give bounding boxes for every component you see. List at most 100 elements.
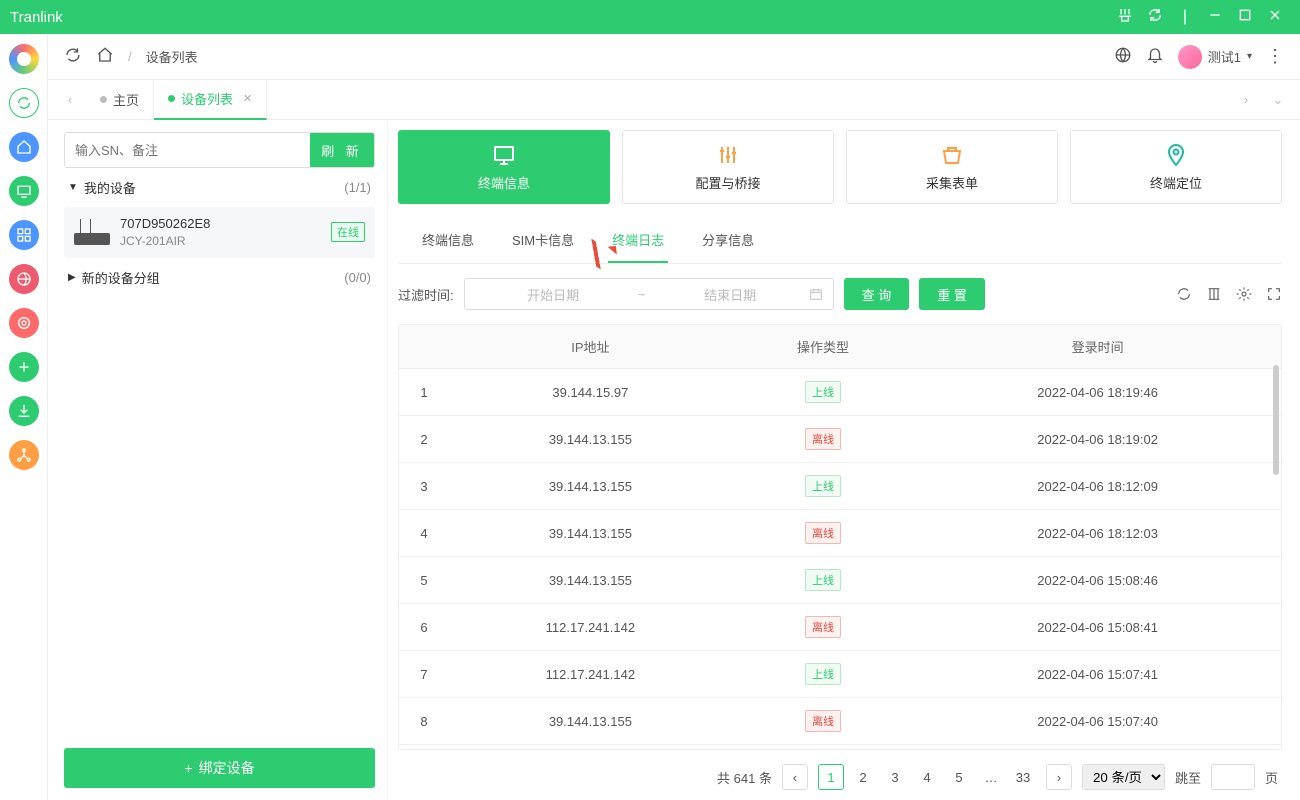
- cell-ip: 112.17.241.142: [449, 604, 732, 651]
- bigtab-config[interactable]: 配置与桥接: [622, 130, 834, 204]
- minimize-button[interactable]: [1200, 7, 1230, 28]
- subtab-logs[interactable]: 终端日志: [608, 218, 668, 263]
- rail-refresh[interactable]: [9, 88, 39, 118]
- cell-idx: 6: [399, 604, 449, 651]
- divider: |: [1170, 8, 1200, 26]
- top-toolbar: / 设备列表 测试1 ▾ ⋮: [48, 34, 1300, 80]
- rail-target[interactable]: [9, 308, 39, 338]
- bell-icon[interactable]: [1146, 46, 1164, 67]
- app-title: Tranlink: [10, 9, 1110, 26]
- tab-home[interactable]: 主页: [86, 80, 154, 120]
- filter-row: 过滤时间: 开始日期 ~ 结束日期 查 询 重 置: [398, 264, 1282, 324]
- subtab-share[interactable]: 分享信息: [698, 218, 758, 263]
- cell-time: 2022-04-06 15:08:46: [914, 557, 1281, 604]
- cell-op: 离线: [732, 698, 914, 745]
- bigtab-terminal-info[interactable]: 终端信息: [398, 130, 610, 204]
- density-icon[interactable]: [1206, 286, 1222, 302]
- scrollbar[interactable]: [1273, 365, 1279, 475]
- jump-input[interactable]: [1211, 764, 1255, 790]
- breadcrumb-page: 设备列表: [146, 47, 198, 66]
- cell-idx: 3: [399, 463, 449, 510]
- rail-plus[interactable]: [9, 352, 39, 382]
- breadcrumb-home-icon[interactable]: [96, 46, 114, 67]
- user-menu[interactable]: 测试1 ▾: [1178, 45, 1252, 69]
- bigtab-label: 采集表单: [926, 173, 978, 192]
- refresh-button[interactable]: 刷 新: [310, 133, 374, 167]
- tabs-more[interactable]: ⌄: [1262, 92, 1294, 108]
- reload-icon[interactable]: [64, 46, 82, 67]
- cell-idx: 5: [399, 557, 449, 604]
- tabs-next[interactable]: ›: [1230, 92, 1262, 107]
- jump-label: 跳至: [1175, 768, 1201, 787]
- cell-time: 2022-04-06 18:12:03: [914, 510, 1281, 557]
- page-number[interactable]: 4: [914, 764, 940, 790]
- page-size-select[interactable]: 20 条/页: [1082, 764, 1165, 790]
- bigtab-label: 终端信息: [478, 173, 530, 192]
- page-next[interactable]: ›: [1046, 764, 1072, 790]
- language-icon[interactable]: [1114, 46, 1132, 67]
- subtab-sim[interactable]: SIM卡信息: [508, 218, 578, 263]
- group-name: 我的设备: [84, 178, 136, 197]
- start-date-ph: 开始日期: [475, 285, 632, 304]
- page-prev[interactable]: ‹: [782, 764, 808, 790]
- page-number[interactable]: 2: [850, 764, 876, 790]
- cell-ip: 39.144.15.97: [449, 369, 732, 416]
- cell-op: 上线: [732, 463, 914, 510]
- tabs-prev[interactable]: ‹: [54, 92, 86, 107]
- rail-network[interactable]: [9, 440, 39, 470]
- close-tab-icon[interactable]: ✕: [243, 92, 252, 105]
- table-row: 3 39.144.13.155 上线 2022-04-06 18:12:09: [399, 463, 1281, 510]
- reload-table-icon[interactable]: [1176, 286, 1192, 302]
- device-status-badge: 在线: [331, 222, 365, 242]
- query-button[interactable]: 查 询: [844, 278, 910, 310]
- cell-ip: 39.144.13.155: [449, 698, 732, 745]
- page-number[interactable]: 33: [1010, 764, 1036, 790]
- cell-op: 离线: [732, 416, 914, 463]
- tab-label: 主页: [113, 90, 139, 109]
- connection-icon[interactable]: [1110, 7, 1140, 28]
- end-date-ph: 结束日期: [652, 285, 809, 304]
- fullscreen-icon[interactable]: [1266, 286, 1282, 302]
- th-time: 登录时间: [914, 325, 1281, 369]
- main-content: 终端信息 配置与桥接 采集表单 终端定位 终端信息 SIM卡信息 终端日志 分享…: [388, 120, 1300, 800]
- page-number[interactable]: 1: [818, 764, 844, 790]
- calendar-icon: [809, 287, 823, 301]
- rail-grid[interactable]: [9, 220, 39, 250]
- cell-time: 2022-04-06 18:19:02: [914, 416, 1281, 463]
- more-icon[interactable]: ⋮: [1266, 46, 1284, 67]
- reset-button[interactable]: 重 置: [919, 278, 985, 310]
- pagination: 共 641 条 ‹ 12345…33 › 20 条/页 跳至 页: [398, 750, 1282, 790]
- page-number[interactable]: 5: [946, 764, 972, 790]
- settings-icon[interactable]: [1236, 286, 1252, 302]
- search-box: 刷 新: [64, 132, 375, 168]
- search-input[interactable]: [65, 133, 310, 167]
- rail-globe[interactable]: [9, 264, 39, 294]
- bigtab-collect[interactable]: 采集表单: [846, 130, 1058, 204]
- th-index: [399, 325, 449, 369]
- bigtab-location[interactable]: 终端定位: [1070, 130, 1282, 204]
- user-name: 测试1: [1208, 47, 1241, 66]
- group-my-devices[interactable]: ▼ 我的设备 (1/1): [64, 168, 375, 207]
- icon-rail: [0, 34, 48, 800]
- group-new[interactable]: ▶ 新的设备分组 (0/0): [64, 258, 375, 297]
- bind-device-button[interactable]: +绑定设备: [64, 748, 375, 788]
- status-tag: 上线: [805, 569, 841, 591]
- maximize-button[interactable]: [1230, 7, 1260, 28]
- status-tag: 离线: [805, 616, 841, 638]
- page-number[interactable]: 3: [882, 764, 908, 790]
- avatar: [1178, 45, 1202, 69]
- refresh-icon[interactable]: [1140, 7, 1170, 28]
- subtab-terminal-info[interactable]: 终端信息: [418, 218, 478, 263]
- rail-download[interactable]: [9, 396, 39, 426]
- tab-devices[interactable]: 设备列表✕: [154, 80, 267, 120]
- rail-home[interactable]: [9, 132, 39, 162]
- close-button[interactable]: [1260, 7, 1290, 28]
- status-tag: 上线: [805, 475, 841, 497]
- date-range-picker[interactable]: 开始日期 ~ 结束日期: [464, 278, 834, 310]
- cell-ip: 112.17.241.142: [449, 651, 732, 698]
- rail-devices[interactable]: [9, 176, 39, 206]
- status-tag: 离线: [805, 710, 841, 732]
- cell-op: 离线: [732, 604, 914, 651]
- cell-op: 上线: [732, 369, 914, 416]
- device-card[interactable]: 707D950262E8 JCY-201AIR 在线: [64, 207, 375, 258]
